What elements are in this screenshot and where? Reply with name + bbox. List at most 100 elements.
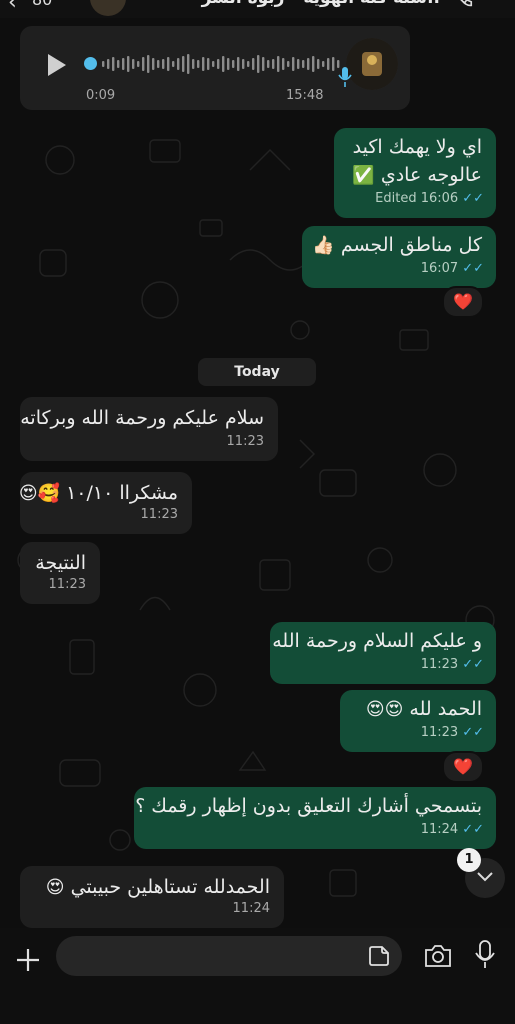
check-emoji: ✅ xyxy=(352,165,375,186)
incoming-message[interactable]: سلام عليكم ورحمة الله وبركاته 11:23 xyxy=(20,397,278,461)
waveform-bar xyxy=(292,57,295,71)
play-icon[interactable] xyxy=(48,54,66,76)
message-text-line: كل مناطق الجسم 👍🏻 xyxy=(312,232,482,259)
waveform-bar xyxy=(167,57,170,71)
waveform-bar xyxy=(207,58,210,70)
waveform-bar xyxy=(252,58,255,70)
waveform-bar xyxy=(137,61,140,67)
incoming-message[interactable]: النتيجة 11:23 xyxy=(20,542,100,604)
chevron-down-icon xyxy=(477,872,493,882)
playback-handle[interactable] xyxy=(84,57,97,70)
waveform-bar xyxy=(152,58,155,70)
message-text: عالوجه عادي xyxy=(380,164,482,186)
voice-message[interactable]: 0:09 15:48 xyxy=(20,26,410,110)
waveform-bar xyxy=(172,61,175,67)
outgoing-message[interactable]: بتسمحي أشارك التعليق بدون إظهار رقمك ؟ 1… xyxy=(134,787,496,849)
message-time: Edited 16:06 xyxy=(375,191,459,206)
waveform-bar xyxy=(142,57,145,71)
waveform-bar xyxy=(267,60,270,68)
sticker-icon[interactable] xyxy=(368,945,390,967)
sender-avatar xyxy=(346,38,398,90)
message-composer xyxy=(0,928,515,1024)
waveform-bar xyxy=(102,61,105,67)
phone-icon[interactable] xyxy=(452,0,474,10)
message-meta: 11:23 ✓✓ xyxy=(421,720,484,746)
message-text-line2: عالوجه عادي ✅ xyxy=(352,162,482,189)
waveform-bar xyxy=(202,57,205,71)
chat-title[interactable]: سلة كلة الهوية - ربوة السر.. xyxy=(140,0,440,8)
outgoing-message[interactable]: و عليكم السلام ورحمة الله 11:23 ✓✓ xyxy=(270,622,496,684)
waveform-bar xyxy=(237,57,240,71)
waveform-bar xyxy=(132,59,135,69)
waveform-bar xyxy=(182,56,185,72)
waveform-bar xyxy=(247,61,250,67)
waveform-bar xyxy=(272,59,275,69)
message-text: كل مناطق الجسم xyxy=(340,234,482,256)
unread-badge: 1 xyxy=(457,848,481,872)
waveform-bar xyxy=(157,60,160,68)
message-text: الحمد لله xyxy=(409,698,482,720)
waveform-bar xyxy=(277,56,280,72)
voice-elapsed: 0:09 xyxy=(86,88,116,103)
heart-reaction[interactable]: ❤️ xyxy=(442,751,484,783)
waveform-bar xyxy=(327,58,330,70)
message-meta: 11:24 ✓✓ xyxy=(421,817,484,843)
waveform-bar xyxy=(312,56,315,72)
read-receipt-icon: ✓✓ xyxy=(462,657,484,672)
microphone-icon[interactable] xyxy=(474,940,496,970)
waveform-bar xyxy=(332,57,335,71)
date-separator: Today xyxy=(198,358,316,386)
message-time: 11:23 xyxy=(420,657,459,672)
waveform-bar xyxy=(117,60,120,68)
message-time: 11:23 xyxy=(140,507,178,522)
waveform-bar xyxy=(232,60,235,68)
message-time: 11:23 xyxy=(48,577,86,592)
incoming-message[interactable]: الحمدلله تستاهلين حبيبتي 😍 11:24 xyxy=(20,866,284,928)
plus-icon[interactable] xyxy=(14,946,42,974)
read-receipt-icon: ✓✓ xyxy=(462,725,484,740)
waveform-bar xyxy=(317,59,320,69)
message-text: اي ولا يهمك اكيد xyxy=(352,136,482,158)
waveform-bar xyxy=(147,55,150,73)
read-receipt-icon: ✓✓ xyxy=(462,191,484,206)
message-time: 11:23 xyxy=(420,725,459,740)
waveform-bar xyxy=(177,58,180,70)
waveform-bar xyxy=(307,58,310,70)
waveform-bar xyxy=(197,60,200,68)
waveform-bar xyxy=(257,55,260,73)
unread-count[interactable]: 80 xyxy=(32,0,52,9)
waveform-bar xyxy=(222,56,225,72)
incoming-message[interactable]: مشكراا ١٠/١٠ 🥰😍 11:23 xyxy=(19,472,192,534)
waveform-bar xyxy=(287,61,290,67)
chevron-left-icon[interactable]: ‹ xyxy=(8,0,17,15)
scroll-to-bottom-button[interactable]: 1 xyxy=(457,848,505,898)
waveform-bar xyxy=(127,56,130,72)
camera-icon[interactable] xyxy=(424,944,452,968)
message-meta: 16:07 ✓✓ xyxy=(421,256,484,282)
message-text: بتسمحي أشارك التعليق بدون إظهار رقمك ؟ xyxy=(135,795,482,817)
group-avatar[interactable] xyxy=(90,0,126,16)
audio-waveform[interactable] xyxy=(102,52,340,76)
waveform-bar xyxy=(297,59,300,69)
message-time: 11:24 xyxy=(420,822,459,837)
waveform-bar xyxy=(162,59,165,69)
message-time: 16:07 xyxy=(420,261,459,276)
outgoing-message[interactable]: الحمد لله 😍😍 11:23 ✓✓ xyxy=(340,690,496,752)
heart-reaction[interactable]: ❤️ xyxy=(442,286,484,318)
voice-duration: 15:48 xyxy=(286,88,324,103)
waveform-bar xyxy=(227,58,230,70)
heart-eyes-emoji: 😍😍 xyxy=(365,699,404,720)
message-input[interactable] xyxy=(56,936,402,976)
waveform-bar xyxy=(187,54,190,74)
mic-icon xyxy=(338,67,352,87)
heart-eyes-emoji: 😍 xyxy=(45,877,65,898)
message-text: مشكراا ١٠/١٠ xyxy=(66,482,178,504)
message-meta: Edited 16:06 ✓✓ xyxy=(375,186,484,212)
outgoing-message[interactable]: كل مناطق الجسم 👍🏻 16:07 ✓✓ xyxy=(302,226,496,288)
waveform-bar xyxy=(112,57,115,71)
thumbs-up-emoji: 👍🏻 xyxy=(312,235,335,256)
waveform-bar xyxy=(282,58,285,70)
message-text: سلام عليكم ورحمة الله وبركاته xyxy=(20,407,264,429)
outgoing-message[interactable]: اي ولا يهمك اكيد عالوجه عادي ✅ Edited 16… xyxy=(334,128,496,218)
waveform-bar xyxy=(212,61,215,67)
